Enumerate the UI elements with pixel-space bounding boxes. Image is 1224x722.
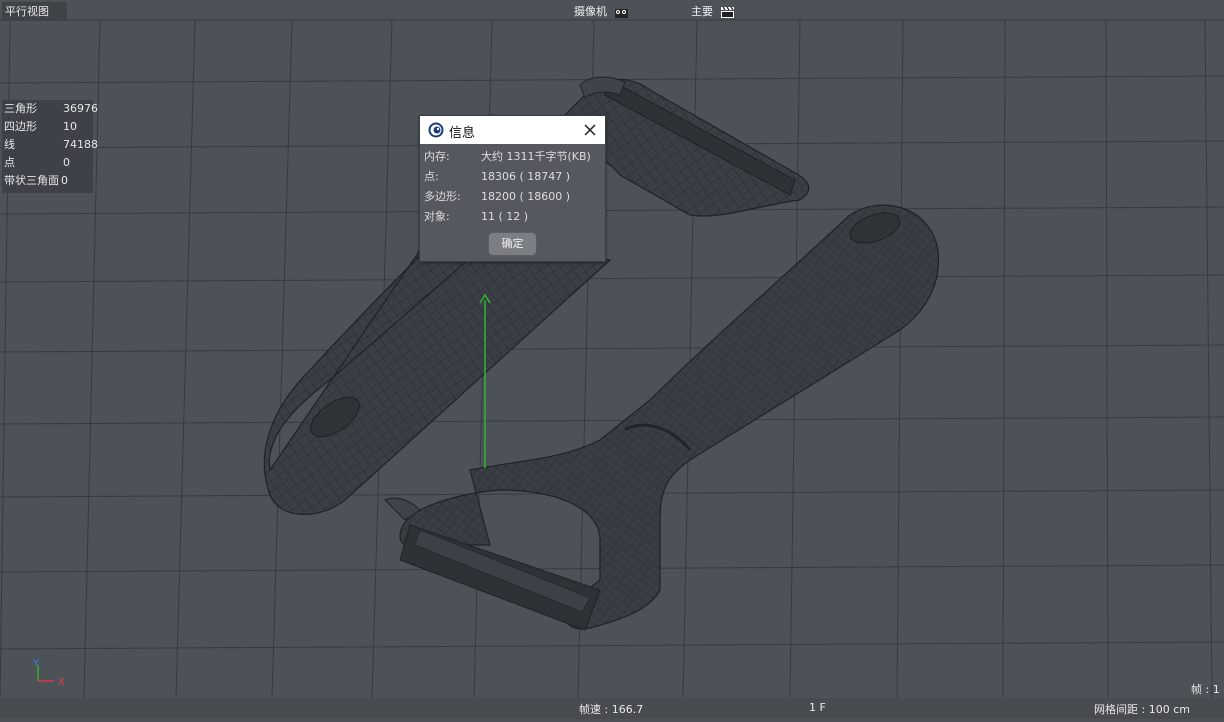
dialog-titlebar[interactable]: 信息 xyxy=(420,116,605,144)
stat-value: 10 xyxy=(63,120,77,133)
axis-gizmo: Y X xyxy=(32,658,65,688)
axis-x-label: X xyxy=(58,677,65,688)
info-row-objects: 对象: 11 ( 12 ) xyxy=(424,209,604,225)
stat-row: 四边形 10 xyxy=(4,118,93,135)
frame-counter: 帧 : 1 xyxy=(1191,683,1220,696)
info-label: 多边形: xyxy=(424,190,461,203)
viewport-statusbar: 帧速 : 166.7 1 F 网格间距 : 100 cm xyxy=(0,698,1224,719)
info-value: 11 ( 12 ) xyxy=(481,210,529,223)
stat-label: 点 xyxy=(4,156,15,169)
stat-label: 线 xyxy=(4,138,15,151)
close-icon[interactable] xyxy=(582,122,598,138)
info-row-polygons: 多边形: 18200 ( 18600 ) xyxy=(424,189,604,205)
info-label: 内存: xyxy=(424,150,450,163)
stat-label: 四边形 xyxy=(4,120,37,133)
stat-value: 0 xyxy=(61,174,68,187)
scene-menu-label: 主要 xyxy=(691,5,713,18)
info-value: 18200 ( 18600 ) xyxy=(481,190,571,203)
view-mode-label[interactable]: 平行视图 xyxy=(2,2,67,21)
info-row-memory: 内存: 大约 1311千字节(KB) xyxy=(424,149,604,165)
cinema4d-app-icon xyxy=(428,122,444,138)
stat-value: 36976 xyxy=(63,102,98,115)
polygon-stats-panel: 三角形 36976 四边形 10 线 74188 点 0 带状三角面 0 xyxy=(2,100,98,193)
stat-row: 三角形 36976 xyxy=(4,100,98,117)
stat-row: 线 74188 xyxy=(4,136,98,153)
camera-menu-label: 摄像机 xyxy=(574,5,607,18)
stat-label: 三角形 xyxy=(4,102,37,115)
info-label: 点: xyxy=(424,170,439,183)
info-dialog: 信息 内存: 大约 1311千字节(KB) 点: 18306 ( 18747 )… xyxy=(419,115,606,262)
3d-viewport[interactable]: 平行视图 摄像机 主要 三角形 36976 四边形 10 线 74188 点 0… xyxy=(0,0,1224,719)
stat-label: 带状三角面 xyxy=(4,174,59,187)
viewport-header: 平行视图 摄像机 主要 xyxy=(0,0,1224,21)
grid-spacing-readout: 网格间距 : 100 cm xyxy=(1094,703,1190,716)
info-value: 大约 1311千字节(KB) xyxy=(481,150,591,163)
scene-menu[interactable]: 主要 xyxy=(691,3,734,19)
info-row-points: 点: 18306 ( 18747 ) xyxy=(424,169,604,185)
camera-menu[interactable]: 摄像机 xyxy=(574,3,628,19)
stat-row: 点 0 xyxy=(4,154,93,171)
stat-row: 带状三角面 0 xyxy=(4,172,93,189)
clapperboard-icon xyxy=(720,6,734,18)
info-label: 对象: xyxy=(424,210,450,223)
ok-button[interactable]: 确定 xyxy=(488,232,537,256)
stat-value: 74188 xyxy=(63,138,98,151)
current-frame: 1 F xyxy=(809,701,826,714)
dialog-title: 信息 xyxy=(449,126,476,141)
fps-readout: 帧速 : 166.7 xyxy=(579,703,644,716)
axis-y-label: Y xyxy=(32,658,40,669)
info-value: 18306 ( 18747 ) xyxy=(481,170,571,183)
camera-icon xyxy=(614,8,628,18)
viewport-scene xyxy=(0,19,1224,699)
stat-value: 0 xyxy=(63,156,70,169)
